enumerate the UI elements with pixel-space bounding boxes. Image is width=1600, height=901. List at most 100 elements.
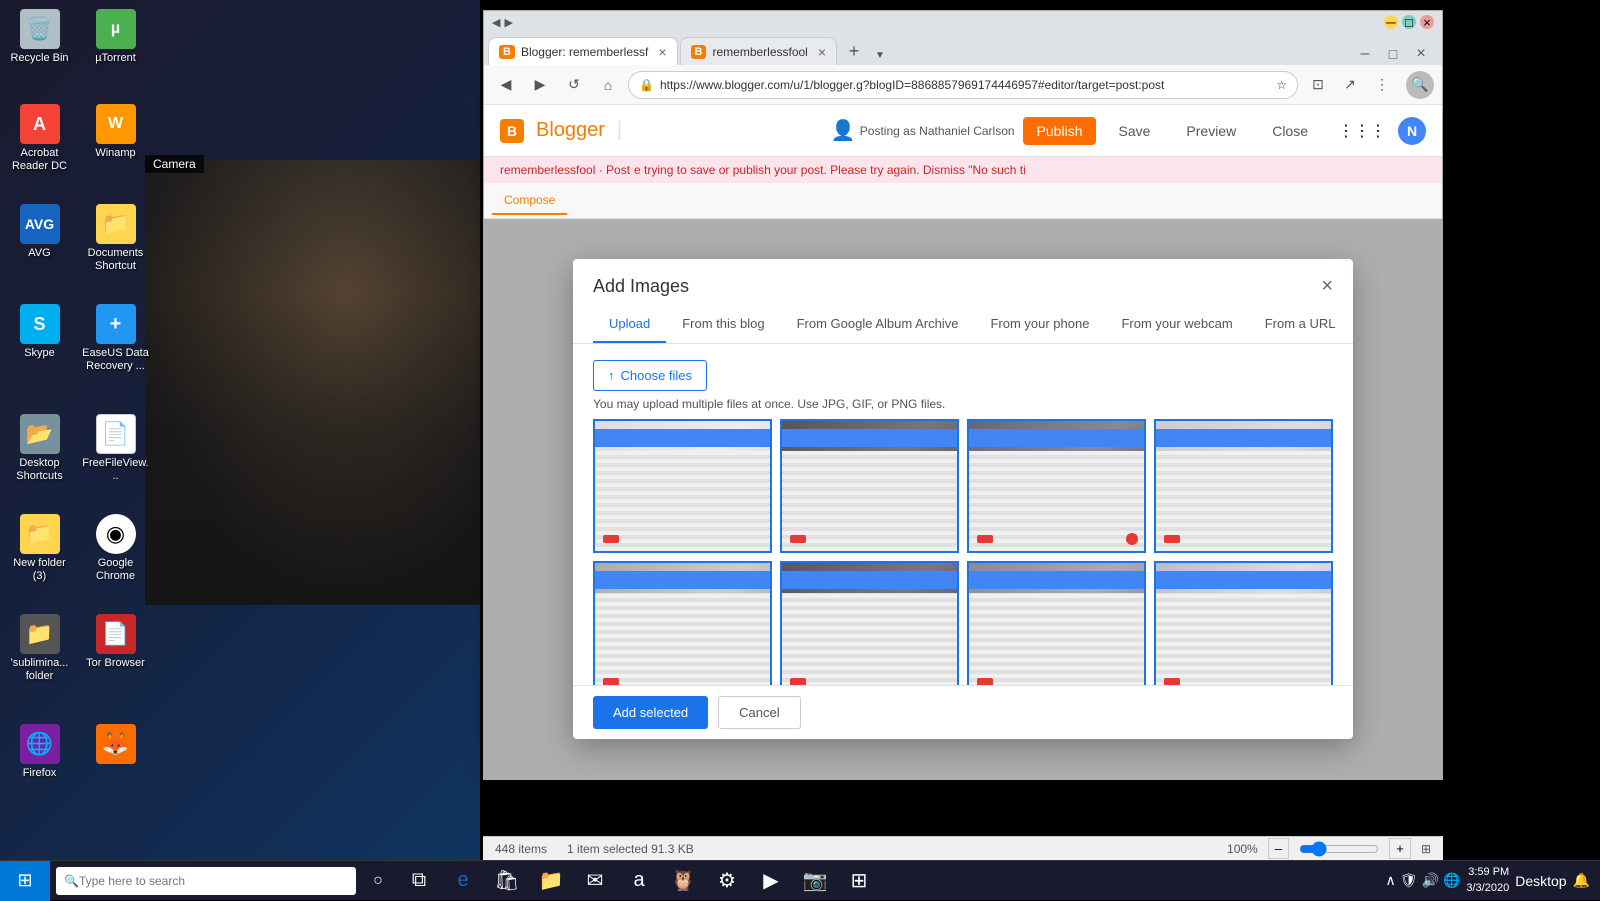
publish-button[interactable]: Publish bbox=[1023, 117, 1097, 145]
image-thumb-8[interactable] bbox=[1154, 561, 1333, 685]
desktop-icon-horus[interactable]: 📄 Tor Browser bbox=[78, 610, 153, 674]
view-icons[interactable]: ⊞ bbox=[1421, 842, 1431, 856]
desktop-icon-newfolder[interactable]: 📁 New folder (3) bbox=[2, 510, 77, 587]
avg-icon: AVG bbox=[20, 204, 60, 244]
dialog-tab-upload[interactable]: Upload bbox=[593, 306, 666, 343]
start-button[interactable]: ⊞ bbox=[0, 861, 50, 901]
cortana-button[interactable]: ○ bbox=[362, 865, 394, 897]
tab-rememberlessfool[interactable]: B rememberlessfool × bbox=[680, 37, 838, 65]
image-thumb-5[interactable] bbox=[593, 561, 772, 685]
show-desktop-button[interactable]: Desktop bbox=[1515, 873, 1566, 889]
reload-button[interactable]: ↺ bbox=[560, 71, 588, 99]
close-window-button[interactable]: × bbox=[1420, 15, 1434, 29]
forward-button[interactable]: ▶ bbox=[526, 71, 554, 99]
zoom-out-button[interactable]: – bbox=[1268, 838, 1289, 859]
status-bar: 448 items 1 item selected 91.3 KB 100% –… bbox=[483, 836, 1443, 860]
maximize-button[interactable]: □ bbox=[1402, 15, 1416, 29]
dialog-tab-from-url[interactable]: From a URL bbox=[1249, 306, 1352, 343]
image-thumb-7[interactable] bbox=[967, 561, 1146, 685]
browser-nav-prev[interactable]: ◀ bbox=[492, 16, 500, 29]
window-close[interactable]: × bbox=[1408, 43, 1434, 65]
cancel-button[interactable]: Cancel bbox=[718, 696, 800, 729]
new-tab-button[interactable]: + bbox=[839, 37, 869, 65]
window-minimize[interactable]: – bbox=[1352, 43, 1378, 65]
desktop-icon-desktop-shortcuts[interactable]: 📂 Desktop Shortcuts bbox=[2, 410, 77, 487]
desktop-icon-documents[interactable]: 📁 Documents Shortcut bbox=[78, 200, 153, 277]
close-editor-button[interactable]: Close bbox=[1258, 117, 1322, 145]
choose-files-button[interactable]: ↑ Choose files bbox=[593, 360, 707, 391]
add-selected-button[interactable]: Add selected bbox=[593, 696, 708, 729]
tab2-close[interactable]: × bbox=[818, 44, 826, 60]
cast-button[interactable]: ⊡ bbox=[1304, 71, 1332, 99]
systray-volume[interactable]: 🔊 bbox=[1422, 872, 1439, 889]
dialog-tab-from-phone[interactable]: From your phone bbox=[974, 306, 1105, 343]
red-dot-1 bbox=[603, 535, 619, 543]
dialog-close-button[interactable]: × bbox=[1321, 275, 1333, 298]
compose-tab[interactable]: Compose bbox=[492, 187, 567, 215]
back-button[interactable]: ◀ bbox=[492, 71, 520, 99]
taskbar-app-tripadvisor[interactable]: 🦉 bbox=[662, 861, 704, 901]
desktop-icon-acrobat[interactable]: A Acrobat Reader DC bbox=[2, 100, 77, 177]
taskbar-app-fileexplorer[interactable]: 📁 bbox=[530, 861, 572, 901]
screenshot-preview-8 bbox=[1156, 563, 1331, 685]
desktop-icon-skype[interactable]: S Skype bbox=[2, 300, 77, 364]
taskbar-app-unknown2[interactable]: ⊞ bbox=[838, 861, 880, 901]
desktop-icon-firefox[interactable]: 🦊 bbox=[78, 720, 153, 771]
image-thumb-1[interactable] bbox=[593, 419, 772, 553]
desktop-icon-recycle-bin[interactable]: 🗑️ Recycle Bin bbox=[2, 5, 77, 69]
selected-info: 1 item selected 91.3 KB bbox=[567, 842, 694, 856]
taskbar-app-tasksview[interactable]: ⧉ bbox=[398, 861, 440, 901]
search-icon[interactable]: 🔍 bbox=[1406, 71, 1434, 99]
image-thumb-3[interactable] bbox=[967, 419, 1146, 553]
window-maximize[interactable]: □ bbox=[1380, 43, 1406, 65]
dialog-tab-from-webcam[interactable]: From your webcam bbox=[1105, 306, 1248, 343]
desktop-icon-winamp[interactable]: W Winamp bbox=[78, 100, 153, 164]
dialog-tab-google-album[interactable]: From Google Album Archive bbox=[781, 306, 975, 343]
tab-blogger-rememberlessf[interactable]: B Blogger: rememberlessf × bbox=[488, 37, 678, 65]
tab1-close[interactable]: × bbox=[658, 44, 666, 60]
taskbar-search-input[interactable] bbox=[79, 874, 348, 888]
taskbar-app-unknown1[interactable]: ⚙ bbox=[706, 861, 748, 901]
image-thumb-4[interactable] bbox=[1154, 419, 1333, 553]
taskbar-app-ie[interactable]: e bbox=[442, 861, 484, 901]
preview-button[interactable]: Preview bbox=[1172, 117, 1250, 145]
zoom-in-button[interactable]: + bbox=[1389, 838, 1411, 859]
tab-dropdown-button[interactable]: ▼ bbox=[871, 46, 889, 65]
url-input[interactable] bbox=[660, 78, 1270, 92]
error-message: e trying to save or publish your post. P… bbox=[634, 163, 1026, 177]
taskbar-app-camera-taskbar[interactable]: 📷 bbox=[794, 861, 836, 901]
systray-show-hidden[interactable]: ∧ bbox=[1385, 872, 1395, 889]
red-dot-5 bbox=[603, 678, 619, 686]
taskbar-app-store[interactable]: 🛍 bbox=[486, 861, 528, 901]
apps-grid-icon[interactable]: ⋮⋮⋮ bbox=[1338, 121, 1386, 141]
desktop-icon-avg[interactable]: AVG AVG bbox=[2, 200, 77, 264]
desktop-icon-chrome[interactable]: ◉ Google Chrome bbox=[78, 510, 153, 587]
taskbar-app-mail[interactable]: ✉ bbox=[574, 861, 616, 901]
taskbar-app-media[interactable]: ▶ bbox=[750, 861, 792, 901]
image-grid-wrapper[interactable] bbox=[573, 419, 1353, 685]
desktop-icon-subliminal[interactable]: 📁 'sublimina... folder bbox=[2, 610, 77, 687]
save-button[interactable]: Save bbox=[1104, 117, 1164, 145]
image-thumb-2[interactable] bbox=[780, 419, 959, 553]
bookmark-icon[interactable]: ☆ bbox=[1276, 78, 1287, 92]
image-thumb-6[interactable] bbox=[780, 561, 959, 685]
screenshot-preview-3 bbox=[969, 421, 1144, 551]
desktop-icon-easeus[interactable]: + EaseUS Data Recovery ... bbox=[78, 300, 153, 377]
address-bar[interactable]: 🔒 ☆ bbox=[628, 71, 1298, 99]
user-avatar[interactable]: N bbox=[1398, 117, 1426, 145]
dialog-tab-from-blog[interactable]: From this blog bbox=[666, 306, 780, 343]
more-button[interactable]: ⋮ bbox=[1368, 71, 1396, 99]
desktop-icon-freefileview[interactable]: 📄 FreeFileView... bbox=[78, 410, 153, 487]
desktop-icon-tor[interactable]: 🌐 Firefox bbox=[2, 720, 77, 784]
home-button[interactable]: ⌂ bbox=[594, 71, 622, 99]
desktop-icon-utorrent[interactable]: µ µTorrent bbox=[78, 5, 153, 69]
notifications-button[interactable]: 🔔 bbox=[1573, 872, 1590, 889]
minimize-button[interactable]: ─ bbox=[1384, 15, 1398, 29]
zoom-slider[interactable] bbox=[1299, 841, 1379, 857]
share-button[interactable]: ↗ bbox=[1336, 71, 1364, 99]
taskbar-search-bar[interactable]: 🔍 bbox=[56, 867, 356, 895]
browser-nav-next[interactable]: ▶ bbox=[504, 16, 512, 29]
taskbar-app-amazon[interactable]: a bbox=[618, 861, 660, 901]
systray-network[interactable]: 🌐 bbox=[1443, 872, 1460, 889]
chrome-label: Google Chrome bbox=[82, 557, 149, 583]
